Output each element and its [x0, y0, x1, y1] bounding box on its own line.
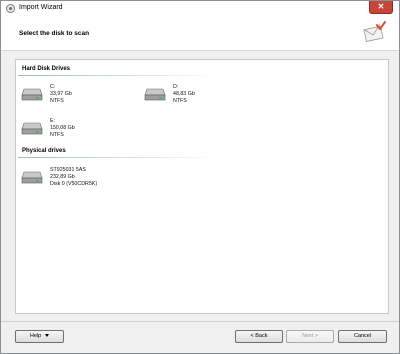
- drive-size: 33,97 Gb: [50, 91, 72, 97]
- app-icon: [6, 4, 15, 13]
- title-bar: Import Wizard ✕: [1, 1, 399, 17]
- drive-size: 48,83 Gb: [173, 91, 195, 97]
- drive-info: D: 48,83 Gb NTFS: [173, 84, 195, 105]
- page-title: Select the disk to scan: [19, 30, 90, 37]
- section-divider: [18, 75, 218, 76]
- drive-info: C: 33,97 Gb NTFS: [50, 84, 72, 105]
- drive-model: ST925031 5AS: [50, 167, 86, 173]
- drive-size: 232,89 Gb: [50, 174, 75, 180]
- drive-disk-id: Disk 0 (V50CDR5K): [50, 181, 98, 187]
- help-button[interactable]: Help: [15, 330, 64, 343]
- physical-drives-section-title: Physical drives: [22, 148, 66, 154]
- envelope-check-icon: [363, 21, 386, 43]
- drive-e-item[interactable]: E: 150,08 Gb NTFS: [21, 118, 131, 142]
- help-button-label: Help: [29, 333, 42, 339]
- drive-info: E: 150,08 Gb NTFS: [50, 118, 75, 139]
- drive-filesystem: NTFS: [50, 132, 64, 138]
- wizard-header: Select the disk to scan: [1, 17, 399, 51]
- drive-letter: C:: [50, 84, 56, 90]
- next-button[interactable]: Next >: [286, 330, 334, 343]
- physical-drive-item[interactable]: ST925031 5AS 232,89 Gb Disk 0 (V50CDR5K): [21, 167, 151, 191]
- hard-drive-icon: [21, 122, 43, 135]
- footer-divider: [1, 321, 399, 322]
- disk-list-panel: Hard Disk Drives C: 33,97 Gb NTFS D: 48,…: [15, 59, 389, 314]
- section-divider: [18, 157, 218, 158]
- drive-letter: E:: [50, 118, 56, 124]
- dropdown-arrow-icon: [45, 334, 50, 338]
- drive-d-item[interactable]: D: 48,83 Gb NTFS: [144, 84, 254, 108]
- drive-c-item[interactable]: C: 33,97 Gb NTFS: [21, 84, 131, 108]
- cancel-button[interactable]: Cancel: [338, 330, 387, 343]
- drive-size: 150,08 Gb: [50, 125, 75, 131]
- hard-disk-section-title: Hard Disk Drives: [22, 66, 71, 72]
- close-button[interactable]: ✕: [369, 1, 393, 14]
- hard-drive-icon: [144, 88, 166, 101]
- hard-drive-icon: [21, 88, 43, 101]
- drive-filesystem: NTFS: [50, 98, 64, 104]
- drive-info: ST925031 5AS 232,89 Gb Disk 0 (V50CDR5K): [50, 167, 97, 188]
- hard-drive-icon: [21, 171, 43, 184]
- back-button[interactable]: < Back: [235, 330, 283, 343]
- import-wizard-window: Import Wizard ✕ Select the disk to scan …: [0, 0, 400, 354]
- window-title: Import Wizard: [19, 4, 63, 11]
- drive-filesystem: NTFS: [173, 98, 187, 104]
- drive-letter: D:: [173, 84, 179, 90]
